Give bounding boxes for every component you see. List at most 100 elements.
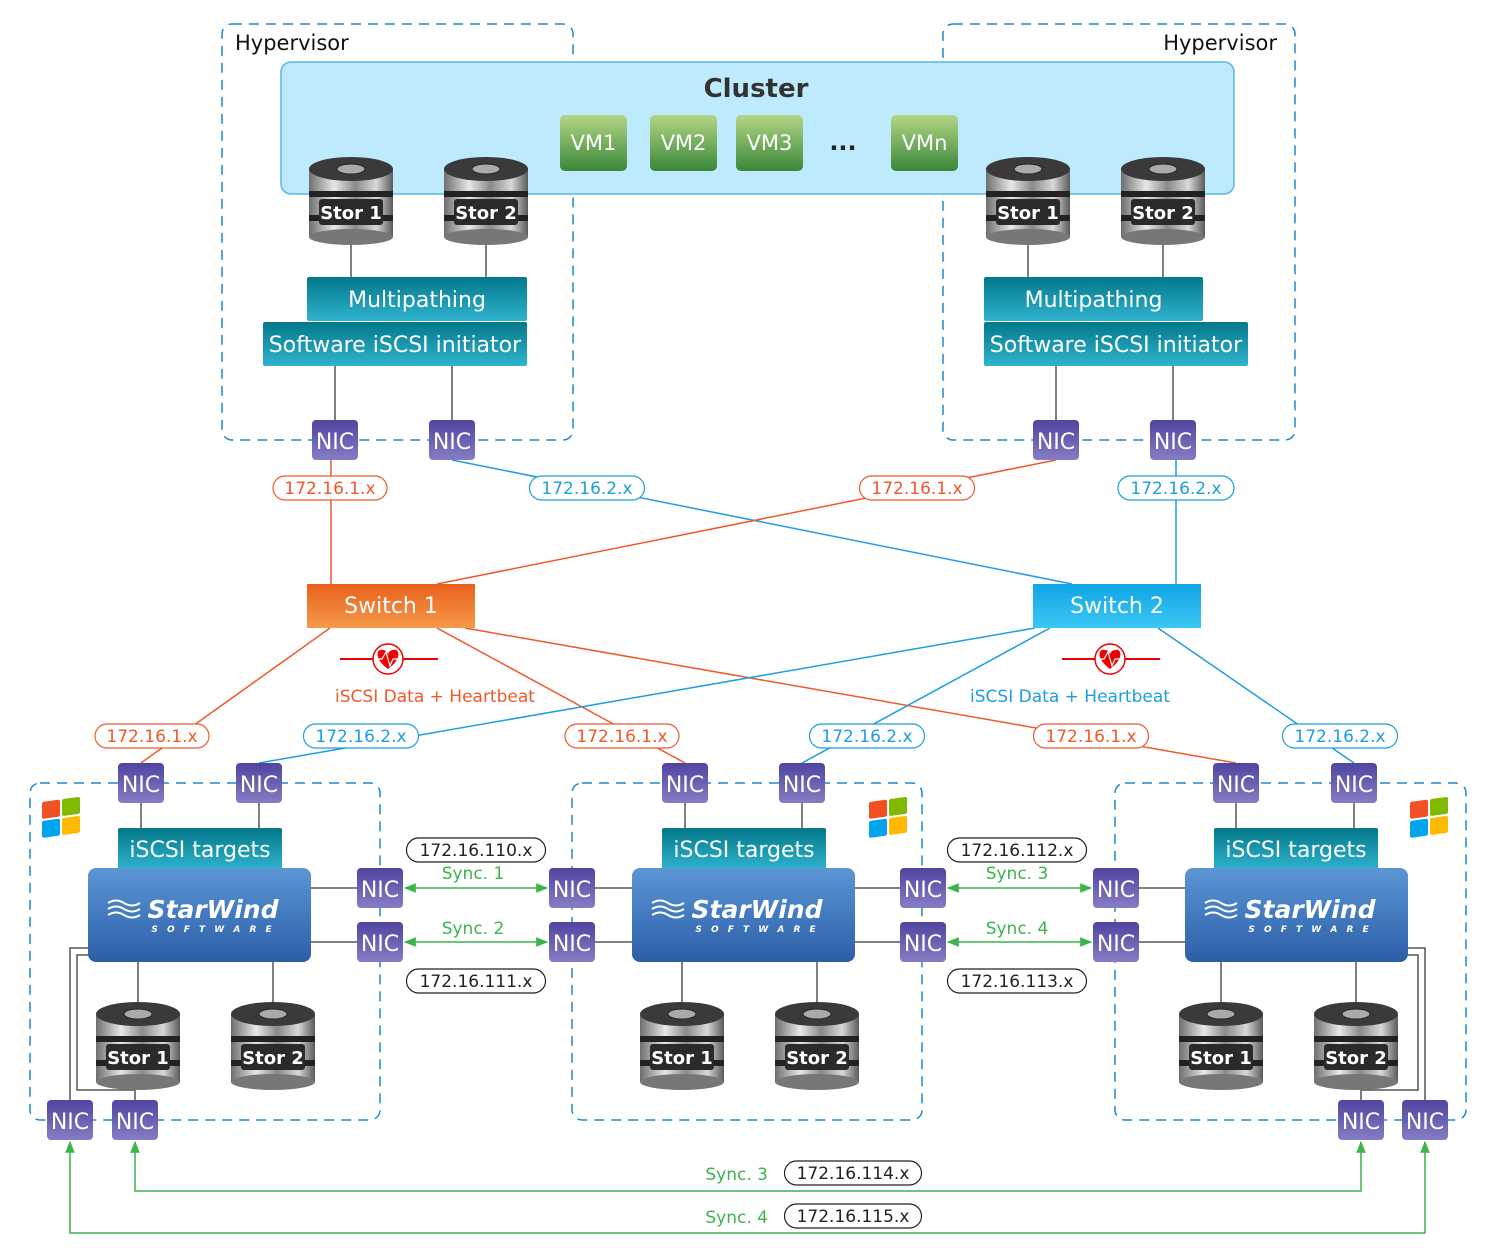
switch-2: Switch 2 [1033,584,1201,628]
windows-logo-icon [869,796,907,838]
nic: NIC [1331,763,1377,803]
subnet-label: 172.16.1.x [106,727,197,747]
nic: NIC [549,868,595,908]
architecture-diagram: Hypervisor Hypervisor Cluster VM1 VM2 VM3 VMn.… [0,0,1490,1254]
storage-disk: Stor 1 [1179,1002,1263,1090]
sync-subnet-pill: 172.16.114.x [783,1160,923,1186]
nic-label: NIC [1335,773,1373,798]
nic: NIC [549,922,595,962]
windows-logo-icon [42,796,80,838]
storage-disk: Stor 1 [309,157,393,245]
sync-subnet-pill: 172.16.110.x [405,837,547,863]
nic-label: NIC [904,932,942,957]
initiator-box: Software iSCSI initiator [984,322,1248,366]
storage-label: Stor 1 [320,203,382,224]
storage-disk: Stor 2 [231,1002,315,1090]
storage-label: Stor 2 [242,1048,304,1069]
subnet-label: 172.16.2.x [1130,479,1221,499]
nic-label: NIC [1217,773,1255,798]
nic-label: NIC [361,932,399,957]
iscsi-targets-box-label: iSCSI targets [1225,838,1366,863]
nic: NIC [900,868,946,908]
sync-label: Sync. 3 [705,1165,768,1185]
iscsi-targets-box: iSCSI targets [118,828,282,870]
disk-band [640,1036,724,1042]
starwind-sub: S O F T W A R E [1248,925,1371,935]
disk-bottom [986,229,1070,245]
disk-band [775,1036,859,1042]
storage-disk: Stor 1 [640,1002,724,1090]
disk-spindle [667,1008,697,1020]
nic-label: NIC [1342,1110,1380,1135]
nic: NIC [429,420,475,460]
disk-spindle [336,163,366,175]
sync-label: Sync. 1 [442,864,505,884]
nic-label: NIC [51,1110,89,1135]
nic: NIC [1150,420,1196,460]
nic-label: NIC [1097,932,1135,957]
hypervisor-label: Hypervisor [1163,31,1277,55]
vm-box: VM3 [736,115,803,171]
disk-bottom [1121,229,1205,245]
starwind-brand: StarWind [1245,895,1377,924]
starwind-sub: S O F T W A R E [151,925,274,935]
iscsi-targets-box: iSCSI targets [662,828,826,870]
iscsi-targets-box-label: iSCSI targets [129,838,270,863]
hypervisor-label: Hypervisor [235,31,349,55]
starwind-sub: S O F T W A R E [695,925,818,935]
storage-label: Stor 1 [651,1048,713,1069]
nic-label: NIC [553,932,591,957]
subnet-label: 172.16.2.x [315,727,406,747]
sync-label: Sync. 2 [442,919,505,939]
subnet-pill: 172.16.2.x [302,723,420,749]
nic-label: NIC [240,773,278,798]
vm-label: VM3 [747,131,793,155]
win-green [62,796,80,816]
storage-label: Stor 2 [1325,1048,1387,1069]
disk-bottom [231,1074,315,1090]
storage-label: Stor 2 [455,203,517,224]
sync-label: Sync. 3 [986,864,1049,884]
storage-disk: Stor 1 [986,157,1070,245]
nic: NIC [312,420,358,460]
win-yellow [62,815,80,835]
heartbeat-icon [1062,643,1160,675]
disk-band [309,191,393,197]
sync-label: Sync. 4 [986,919,1049,939]
nic: NIC [1093,922,1139,962]
disk-spindle [471,163,501,175]
subnet-pill: 172.16.1.x [94,723,210,749]
sync-subnet-pill: 172.16.112.x [946,837,1088,863]
subnet-pill: 172.16.2.x [1117,475,1235,501]
storage-label: Stor 1 [107,1048,169,1069]
nic-label: NIC [1406,1110,1444,1135]
starwind-node: StarWindS O F T W A R E [632,868,855,962]
win-red [1410,799,1428,819]
link-line [1408,947,1426,1100]
nic: NIC [357,922,403,962]
vm-label: VMn [902,131,948,155]
disk-spindle [1148,163,1178,175]
disk-band [1314,1036,1398,1042]
switch-label: Switch 2 [1070,594,1164,619]
disk-bottom [309,229,393,245]
cluster-title: Cluster [704,74,809,104]
multipathing-box: Multipathing [984,277,1203,321]
nic: NIC [1033,420,1079,460]
win-yellow [889,815,907,835]
storage-disk: Stor 2 [1121,157,1205,245]
disk-bottom [1314,1074,1398,1090]
storage-label: Stor 1 [1190,1048,1252,1069]
subnet-pill: 172.16.1.x [272,475,388,501]
subnet-pill: 172.16.2.x [808,723,926,749]
nic-label: NIC [1154,430,1192,455]
subnet-label: 172.16.2.x [821,727,912,747]
subnet-label: 172.16.1.x [1045,727,1136,747]
disk-band [986,191,1070,197]
disk-bottom [1179,1074,1263,1090]
starwind-node: StarWindS O F T W A R E [1185,868,1408,962]
nic-label: NIC [433,430,471,455]
heartbeat-icon [340,643,438,675]
disk-spindle [1206,1008,1236,1020]
subnet-pill: 172.16.1.x [858,475,976,501]
